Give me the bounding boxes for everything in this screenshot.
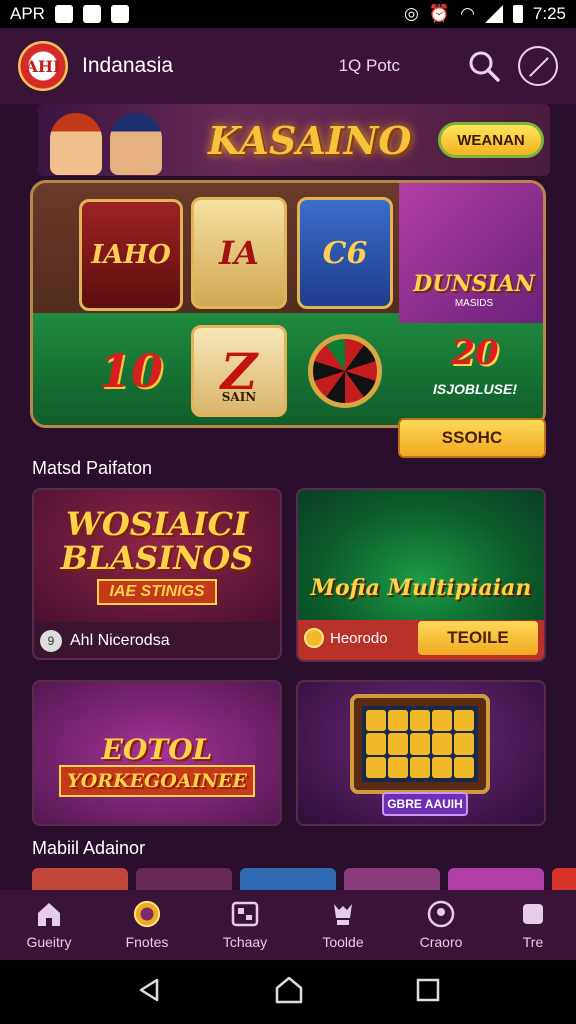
promo-subtitle: MASIDS xyxy=(454,298,494,309)
slot-reel: IA xyxy=(191,197,287,309)
slot-reel: 10 xyxy=(98,344,163,398)
nav-label: Gueitry xyxy=(26,934,72,950)
app-header: AHI Indanasia 1Q Potc xyxy=(0,28,576,104)
hero-title: KASAINO xyxy=(208,117,412,163)
game-thumbnail[interactable] xyxy=(552,868,576,892)
game-title: EOTOL YORKEGOAINEE xyxy=(34,736,280,797)
slot-machine-icon xyxy=(350,694,490,794)
game-title: WOSIAICI BLASINOS xyxy=(60,505,254,577)
alarm-icon: ⏰ xyxy=(428,4,451,23)
jackpot-display: 20 ISJOBLUSE! xyxy=(413,333,537,413)
game-card[interactable]: GBRE AAUIH xyxy=(296,680,546,826)
system-nav-bar xyxy=(0,960,576,1024)
nav-label: Toolde xyxy=(322,934,364,950)
game-title: Mofia Multipiaian xyxy=(310,575,532,601)
profile-icon xyxy=(427,900,455,928)
carrier-label: APR xyxy=(10,4,45,23)
language-selector[interactable]: 1Q Potc xyxy=(339,56,400,76)
compass-icon[interactable] xyxy=(518,46,558,86)
jackpot-number: 20 xyxy=(451,333,499,373)
game-subtitle: YORKEGOAINEE xyxy=(59,765,255,797)
nav-item-more[interactable]: Tre xyxy=(490,890,576,960)
game-thumbnail-strip[interactable] xyxy=(32,868,576,892)
promo-title: DUNSIAN xyxy=(413,271,535,297)
game-thumbnail[interactable] xyxy=(344,868,440,892)
slot-machine-banner[interactable]: IAHO IA C6 10 Z SAIN DUNSIAN MASIDS 20 I… xyxy=(30,180,546,428)
battery-icon xyxy=(512,5,523,23)
nav-label: Tre xyxy=(522,934,544,950)
trophy-icon xyxy=(329,900,357,928)
game-thumbnail[interactable] xyxy=(32,868,128,892)
nav-label: Tchaay xyxy=(222,934,268,950)
reel-caption: SAIN xyxy=(221,390,257,404)
grid-icon xyxy=(231,900,259,928)
promo-card[interactable]: DUNSIAN MASIDS xyxy=(399,183,543,323)
play-button[interactable]: SSOHC xyxy=(398,418,546,458)
nav-item-chips[interactable]: Fnotes xyxy=(98,890,196,960)
back-icon[interactable] xyxy=(135,976,163,1009)
nav-label: Craoro xyxy=(419,934,463,950)
app-title: Indanasia xyxy=(82,54,174,77)
hero-cta-button[interactable]: WEANAN xyxy=(438,122,544,158)
game-card[interactable]: WOSIAICI BLASINOS IAE STINIGS 9 Ahl Nice… xyxy=(32,488,282,660)
chip-icon xyxy=(133,900,161,928)
dealer-avatar-female xyxy=(50,113,102,175)
game-art: WOSIAICI BLASINOS IAE STINIGS xyxy=(34,490,280,622)
status-bar: APR ◎ ⏰ ◠ 7:25 xyxy=(0,0,576,28)
game-play-button[interactable]: GBRE AAUIH xyxy=(382,792,468,816)
game-art: Mofia Multipiaian xyxy=(298,490,544,620)
clock: 7:25 xyxy=(532,4,566,23)
home-button-icon[interactable] xyxy=(274,975,304,1010)
game-play-button[interactable]: TEOILE xyxy=(418,621,538,655)
hero-banner[interactable]: KASAINO WEANAN xyxy=(38,104,550,176)
slot-reel: C6 xyxy=(297,197,393,309)
game-thumbnail[interactable] xyxy=(448,868,544,892)
roulette-icon xyxy=(308,334,382,408)
game-thumbnail[interactable] xyxy=(136,868,232,892)
wifi-icon: ◠ xyxy=(460,4,475,23)
notification-icon xyxy=(54,5,73,23)
app-logo[interactable]: AHI xyxy=(18,41,68,91)
nav-item-grid[interactable]: Tchaay xyxy=(196,890,294,960)
info-icon: 9 xyxy=(40,630,62,652)
bottom-nav: Gueitry Fnotes Tchaay Toolde Craoro Tre xyxy=(0,890,576,960)
jackpot-label: ISJOBLUSE! xyxy=(432,381,517,397)
nav-label: Fnotes xyxy=(125,934,169,950)
nav-item-home[interactable]: Gueitry xyxy=(0,890,98,960)
vibrate-icon: ◎ xyxy=(404,4,419,23)
slot-reel: IAHO xyxy=(79,199,183,311)
more-icon xyxy=(519,900,547,928)
slot-reel: Z SAIN xyxy=(191,325,287,417)
game-card[interactable]: Mofia Multipiaian Heorodo TEOILE xyxy=(296,488,546,662)
nav-item-profile[interactable]: Craoro xyxy=(392,890,490,960)
game-subtitle: IAE STINIGS xyxy=(97,579,217,605)
section-title: Matsd Paifaton xyxy=(32,458,153,478)
search-icon[interactable] xyxy=(464,46,504,86)
game-label: Heorodo xyxy=(330,629,388,647)
home-icon xyxy=(35,900,63,928)
game-meta: Ahl Nicerodsa xyxy=(70,632,170,649)
game-card[interactable]: EOTOL YORKEGOAINEE xyxy=(32,680,282,826)
recents-icon[interactable] xyxy=(415,977,441,1008)
game-title-main: EOTOL xyxy=(101,733,213,766)
dealer-avatar-male xyxy=(110,113,162,175)
nav-item-trophy[interactable]: Toolde xyxy=(294,890,392,960)
roulette-wheel xyxy=(297,325,393,417)
notification-icon xyxy=(82,5,101,23)
signal-icon xyxy=(484,5,503,23)
coin-icon xyxy=(304,628,324,648)
game-thumbnail[interactable] xyxy=(240,868,336,892)
section-title: Mabiil Adainor xyxy=(32,838,146,858)
notification-icon xyxy=(110,5,129,23)
